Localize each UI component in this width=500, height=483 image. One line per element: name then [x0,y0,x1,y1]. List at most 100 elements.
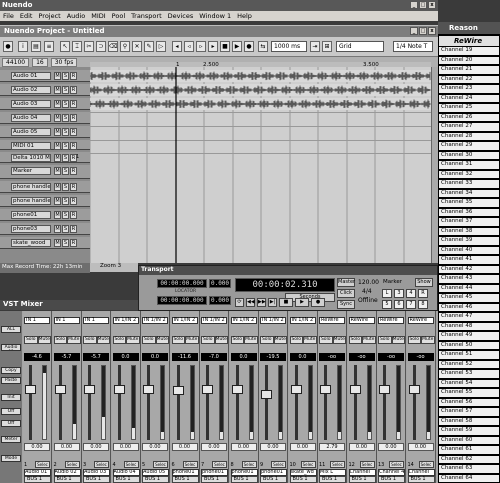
play-icon[interactable]: ▶ [295,298,309,307]
channel-name[interactable]: Audio 03 [83,469,110,476]
record-icon[interactable]: R [70,167,77,175]
info-field[interactable]: 16 [32,57,48,67]
output-bus-select[interactable]: BUS 1 [201,476,228,483]
marker-key[interactable]: 6 [394,300,404,309]
output-bus-select[interactable]: BUS 1 [142,476,169,483]
channel-name[interactable]: Audio 05 [142,469,169,476]
right-locator-display[interactable]: 00:00:00.000 [157,296,207,305]
output-bus-select[interactable]: BUS 1 [171,476,199,483]
level-readout[interactable]: 0.00 [142,443,168,451]
marker-key[interactable]: 7 [406,300,416,309]
mute-button[interactable]: Mute [214,336,228,344]
volume-fader[interactable] [84,384,95,394]
split-icon[interactable]: ✂ [84,41,94,52]
level-readout[interactable]: 0.00 [171,443,198,451]
track-header[interactable]: Audio 05 M S R [0,126,90,138]
marker-key[interactable]: 3 [394,289,404,298]
close-icon[interactable]: x [428,27,436,35]
rewire-channel[interactable]: Channel 61 [439,446,499,455]
select-button[interactable]: Selec [212,461,227,468]
snap-icon[interactable]: ⊞ [322,41,332,52]
solo-button[interactable]: Solo [112,336,126,344]
record-icon[interactable]: R [70,225,77,233]
stop-icon[interactable]: ■ [220,41,230,52]
select-button[interactable]: Selec [123,461,139,468]
play-icon[interactable]: ▶ [232,41,242,52]
output-bus-select[interactable]: BUS 1 [378,476,405,483]
track-name[interactable]: skate_wood [11,239,51,247]
level-readout[interactable]: 0.00 [378,443,404,451]
volume-fader[interactable] [231,384,243,394]
solo-button[interactable]: Solo [289,336,303,344]
info-field[interactable]: 44100 [2,57,30,67]
output-bus-select[interactable]: BUS 1 [230,476,258,483]
track-header[interactable]: Audio 04 M S R [0,112,90,124]
rewire-channel[interactable]: Channel 53 [439,370,499,379]
marker-key[interactable]: R [418,289,428,298]
mute-icon[interactable]: M [54,100,61,108]
mute-icon[interactable]: M [54,211,61,219]
track-header[interactable]: phone01 M S R [0,209,90,221]
rewire-channel[interactable]: Channel 30 [439,151,499,160]
track-name[interactable]: phone01 [11,211,51,219]
level-readout[interactable]: 0.00 [260,443,286,451]
volume-fader[interactable] [408,384,420,394]
level-readout[interactable]: 0.00 [24,443,50,451]
rewire-channel[interactable]: Channel 60 [439,436,499,445]
left-locator-display[interactable]: 00:00:00.000 [157,279,207,288]
rewire-channel[interactable]: Channel 20 [439,56,499,65]
input-select[interactable]: IN 1/IN 2 [142,317,168,324]
rewire-channel[interactable]: Channel 63 [439,465,499,474]
track-header[interactable]: phone handle 0MSR [0,181,90,193]
select-button[interactable]: Selec [271,461,286,468]
mute-icon[interactable]: ✕ [132,41,142,52]
record-icon[interactable]: R [70,183,77,191]
nudge-icon[interactable]: ⇆ [258,41,268,52]
menu-item-pool[interactable]: Pool [112,12,125,20]
solo-icon[interactable]: S [62,197,69,205]
solo-icon[interactable]: S [62,154,69,162]
output-bus-select[interactable]: BUS 1 [289,476,317,483]
record-icon[interactable]: R [70,100,77,108]
mute-button[interactable]: Mute [185,336,199,344]
output-bus-select[interactable]: BUS 1 [319,476,346,483]
solo-button[interactable]: Solo [260,336,274,344]
volume-fader[interactable] [379,384,390,394]
volume-fader[interactable] [290,384,302,394]
input-select[interactable]: IN 1 [83,317,109,324]
track-name[interactable]: Audio 04 [11,114,51,122]
range-icon[interactable]: ⌶ [72,41,82,52]
level-readout[interactable]: 0.00 [53,443,80,451]
channel-name[interactable]: phone01 [171,469,199,476]
solo-button[interactable]: Solo [407,336,421,344]
solo-icon[interactable]: S [62,167,69,175]
input-select[interactable]: ReWire [348,317,375,324]
position-display[interactable]: 00:00:02.310 [235,278,335,292]
rewire-channel[interactable]: Channel 54 [439,379,499,388]
mixer-side-button[interactable]: Paste [1,377,21,384]
select-button[interactable]: Selec [182,461,198,468]
mixer-side-button[interactable]: Audio 01 [1,344,21,351]
info-field[interactable]: 30 fps [50,57,78,67]
channel-name[interactable]: skate_wd [289,469,317,476]
rewire-channel[interactable]: Channel 57 [439,408,499,417]
solo-button[interactable]: Solo [230,336,244,344]
volume-fader[interactable] [202,384,213,394]
rewire-channel[interactable]: Channel 45 [439,294,499,303]
rewire-channel[interactable]: Channel 31 [439,161,499,170]
menu-item-project[interactable]: Project [38,12,60,20]
solo-button[interactable]: Solo [348,336,362,344]
left-locator-offset[interactable]: 0.000 [209,279,231,288]
mute-button[interactable]: Mute [37,336,51,344]
minimize-icon[interactable]: _ [410,27,418,35]
rewire-channel[interactable]: Channel 59 [439,427,499,436]
channel-name[interactable]: Audio 04 [112,469,140,476]
level-readout[interactable]: 0.00 [230,443,257,451]
mixer-side-button[interactable]: Off [1,420,21,427]
solo-icon[interactable]: S [62,239,69,247]
mixer-side-button[interactable]: Off [1,408,21,415]
solo-icon[interactable]: S [62,211,69,219]
show-markers-button[interactable]: Show [415,278,433,287]
quantize-select[interactable]: 1/4 Note T [393,41,433,52]
close-icon[interactable]: x [428,1,436,9]
